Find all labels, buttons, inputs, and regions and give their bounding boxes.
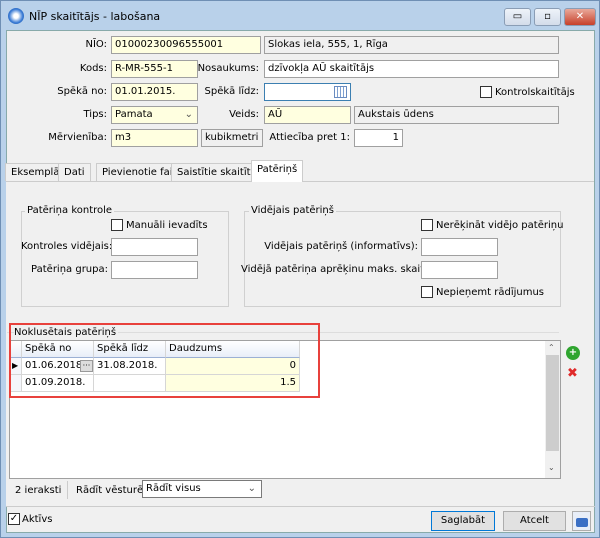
nepienemt-checkbox[interactable] bbox=[421, 286, 433, 298]
kontroles-videjais-label: Kontroles vidējais: bbox=[21, 241, 113, 252]
nio-field[interactable]: 01000230096555001 bbox=[111, 36, 261, 54]
printer-icon bbox=[576, 518, 588, 527]
scrollbar-thumb[interactable] bbox=[546, 355, 559, 451]
print-button[interactable] bbox=[572, 511, 591, 531]
address-field: Slokas iela, 555, 1, Rīga bbox=[264, 36, 559, 54]
window-title: NĪP skaitītājs - labošana bbox=[29, 10, 161, 23]
footer-divider bbox=[6, 506, 595, 507]
merv-field[interactable]: m3 bbox=[111, 129, 198, 147]
save-button[interactable]: Saglabāt bbox=[431, 511, 495, 531]
scroll-down-icon[interactable]: ⌄ bbox=[548, 463, 555, 472]
tips-label: Tips: bbox=[83, 109, 107, 120]
highlight-box bbox=[9, 323, 320, 398]
veids-desc: Aukstais ūdens bbox=[354, 106, 559, 124]
chevron-down-icon: ⌄ bbox=[247, 483, 256, 494]
merv-label: Mērvienība: bbox=[48, 132, 107, 143]
attieciba-field[interactable]: 1 bbox=[354, 129, 403, 147]
add-row-icon[interactable]: + bbox=[566, 346, 580, 360]
tab-dati[interactable]: Dati bbox=[58, 163, 91, 181]
vertical-scrollbar[interactable]: ⌃ ⌄ bbox=[545, 341, 560, 478]
speka-no-label: Spēkā no: bbox=[57, 86, 107, 97]
attieciba-label: Attiecība pret 1: bbox=[269, 132, 350, 143]
history-label: Rādīt vēsturē: bbox=[76, 485, 147, 496]
kontrole-title: Patēriņa kontrole bbox=[25, 205, 115, 216]
history-select[interactable]: Rādīt visus ⌄ bbox=[142, 480, 262, 498]
videjais-title: Vidējais patēriņš bbox=[249, 205, 336, 216]
speka-lidz-label: Spēkā līdz: bbox=[204, 86, 259, 97]
tips-select[interactable]: Pamata ⌄ bbox=[111, 106, 198, 124]
kods-field[interactable]: R-MR-555-1 bbox=[111, 60, 198, 78]
record-count: 2 ieraksti bbox=[15, 485, 62, 496]
maximize-button[interactable]: ▫ bbox=[534, 8, 561, 26]
info-field[interactable] bbox=[421, 238, 498, 256]
nosaukums-label: Nosaukums: bbox=[197, 63, 259, 74]
delete-row-icon[interactable]: ✖ bbox=[567, 366, 578, 381]
close-button[interactable]: ✕ bbox=[564, 8, 596, 26]
maks-label: Vidējā patēriņa aprēķinu maks. skaits: bbox=[241, 264, 433, 275]
nepienemt-label: Nepieņemt rādījumus bbox=[436, 287, 545, 298]
kontrol-checkbox[interactable] bbox=[480, 86, 492, 98]
manual-checkbox[interactable] bbox=[111, 219, 123, 231]
manual-label: Manuāli ievadīts bbox=[126, 220, 208, 231]
nerekinat-checkbox[interactable] bbox=[421, 219, 433, 231]
kontroles-videjais-field[interactable] bbox=[111, 238, 198, 256]
kontrol-label: Kontrolskaitītājs bbox=[495, 87, 575, 98]
paterina-grupa-label: Patēriņa grupa: bbox=[31, 264, 108, 275]
tab-paterins[interactable]: Patēriņš bbox=[251, 160, 304, 182]
nosaukums-field[interactable]: dzīvokļa AŪ skaitītājs bbox=[264, 60, 559, 78]
dialog-window: NĪP skaitītājs - labošana ▭ ▫ ✕ NĪO: 010… bbox=[0, 0, 600, 538]
calendar-icon[interactable] bbox=[334, 86, 347, 98]
veids-field[interactable]: AŪ bbox=[264, 106, 351, 124]
info-label: Vidējais patēriņš (informatīvs): bbox=[264, 241, 418, 252]
minimize-button[interactable]: ▭ bbox=[504, 8, 531, 26]
tips-value: Pamata bbox=[115, 109, 153, 120]
aktivs-checkbox[interactable]: ✓ bbox=[8, 513, 20, 525]
aktivs-label: Aktīvs bbox=[22, 514, 53, 525]
scroll-up-icon[interactable]: ⌃ bbox=[548, 343, 555, 352]
status-separator bbox=[67, 481, 68, 499]
merv-desc: kubikmetri bbox=[201, 129, 263, 147]
veids-label: Veids: bbox=[229, 109, 259, 120]
kods-label: Kods: bbox=[79, 63, 107, 74]
app-icon bbox=[8, 8, 24, 24]
cancel-button[interactable]: Atcelt bbox=[503, 511, 566, 531]
speka-no-field[interactable]: 01.01.2015. bbox=[111, 83, 198, 101]
maks-field[interactable] bbox=[421, 261, 498, 279]
nerekinat-label: Nerēķināt vidējo patēriņu bbox=[436, 220, 564, 231]
history-value: Rādīt visus bbox=[146, 483, 201, 494]
nio-label: NĪO: bbox=[85, 39, 108, 50]
paterina-grupa-field[interactable] bbox=[111, 261, 198, 279]
